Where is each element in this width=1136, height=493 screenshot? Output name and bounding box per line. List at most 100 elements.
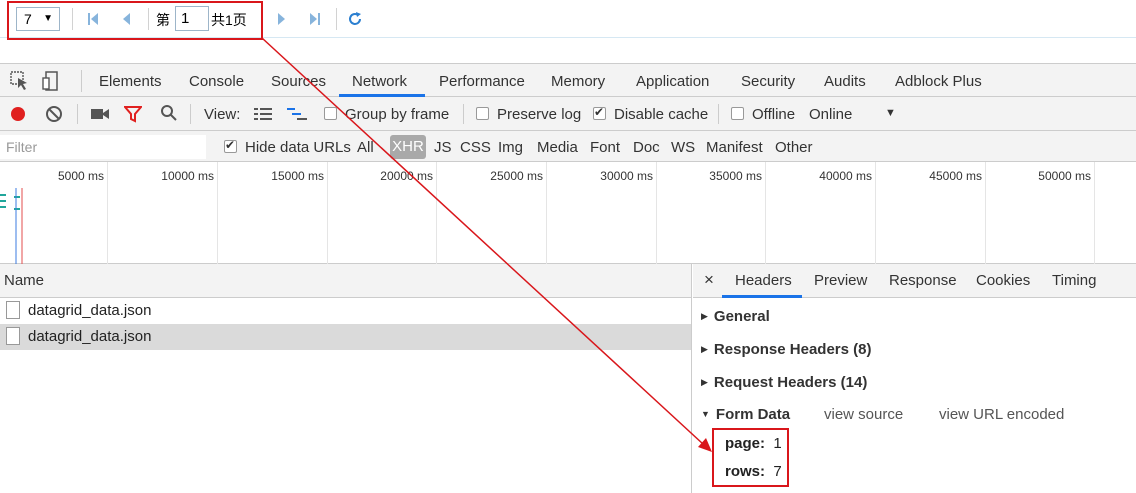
- tab-network[interactable]: Network: [352, 73, 407, 90]
- tab-headers[interactable]: Headers: [735, 272, 792, 289]
- offline-checkbox[interactable]: Offline: [731, 106, 795, 123]
- details-tabbar: × Headers Preview Response Cookies Timin…: [693, 264, 1136, 298]
- timeline-request-bars: [0, 188, 23, 264]
- throttling-select[interactable]: Online ▼: [809, 106, 896, 123]
- gridline: [107, 162, 108, 264]
- checkbox-checked[interactable]: [224, 138, 237, 153]
- inspect-element-icon[interactable]: [10, 71, 30, 91]
- filter-type-ws[interactable]: WS: [671, 139, 695, 156]
- checkbox-checked[interactable]: [593, 105, 606, 120]
- file-icon: [6, 327, 20, 345]
- filter-type-all[interactable]: All: [357, 139, 374, 156]
- section-response-headers[interactable]: ▶ Response Headers (8): [701, 341, 871, 358]
- hide-data-urls-label: Hide data URLs: [245, 139, 351, 156]
- timeline-tick: 15000 ms: [271, 169, 324, 183]
- divider: [81, 70, 82, 92]
- waterfall-icon[interactable]: [287, 107, 307, 121]
- offline-label: Offline: [752, 106, 796, 123]
- tab-preview[interactable]: Preview: [814, 272, 867, 289]
- filter-type-img[interactable]: Img: [498, 139, 523, 156]
- filter-type-font[interactable]: Font: [590, 139, 620, 156]
- timeline-tick: 45000 ms: [929, 169, 982, 183]
- gridline: [217, 162, 218, 264]
- filter-type-other[interactable]: Other: [775, 139, 813, 156]
- disable-cache-label: Disable cache: [614, 106, 709, 123]
- tab-console[interactable]: Console: [189, 73, 244, 90]
- filter-type-js[interactable]: JS: [434, 139, 452, 156]
- request-row[interactable]: datagrid_data.json: [0, 324, 691, 350]
- tab-memory[interactable]: Memory: [551, 73, 605, 90]
- next-page-icon[interactable]: [271, 9, 291, 29]
- tab-audits[interactable]: Audits: [824, 73, 866, 90]
- gridline: [436, 162, 437, 264]
- hide-data-urls-checkbox[interactable]: Hide data URLs: [224, 138, 351, 156]
- timeline-tick: 30000 ms: [600, 169, 653, 183]
- filter-icon[interactable]: [124, 105, 142, 123]
- view-source-link[interactable]: view source: [824, 406, 903, 423]
- view-label: View:: [204, 106, 241, 123]
- section-request-headers[interactable]: ▶ Request Headers (14): [701, 374, 867, 391]
- refresh-icon[interactable]: [345, 9, 365, 29]
- group-by-frame-checkbox[interactable]: Group by frame: [324, 106, 449, 123]
- checkbox-unchecked[interactable]: [476, 107, 489, 120]
- camera-icon[interactable]: [91, 106, 109, 122]
- timeline-tick: 40000 ms: [819, 169, 872, 183]
- large-rows-icon[interactable]: [254, 107, 272, 121]
- preserve-log-checkbox[interactable]: Preserve log: [476, 106, 581, 123]
- gridline: [656, 162, 657, 264]
- timeline-tick: 50000 ms: [1038, 169, 1091, 183]
- filter-type-css[interactable]: CSS: [460, 139, 491, 156]
- section-title: Form Data: [715, 406, 791, 423]
- tab-response[interactable]: Response: [889, 272, 957, 289]
- timeline-tick: 20000 ms: [380, 169, 433, 183]
- gridline: [765, 162, 766, 264]
- tab-security[interactable]: Security: [741, 73, 795, 90]
- devtools-tabbar: Elements Console Sources Network Perform…: [0, 63, 1136, 97]
- file-icon: [6, 301, 20, 319]
- tab-cookies[interactable]: Cookies: [976, 272, 1030, 289]
- highlight-box-pager: [7, 1, 263, 40]
- view-url-encoded-link[interactable]: view URL encoded: [939, 406, 1064, 423]
- divider: [718, 104, 719, 124]
- filter-type-xhr[interactable]: XHR: [390, 135, 426, 159]
- gridline: [546, 162, 547, 264]
- section-title: General: [713, 308, 770, 325]
- throttling-value: Online: [809, 106, 853, 123]
- tab-adblock-plus[interactable]: Adblock Plus: [895, 73, 982, 90]
- timeline-tick: 5000 ms: [57, 169, 104, 183]
- search-icon[interactable]: [160, 104, 178, 122]
- record-icon[interactable]: [9, 105, 27, 123]
- filter-type-manifest[interactable]: Manifest: [706, 139, 763, 156]
- highlight-box-form-data: [712, 428, 789, 487]
- section-title: Response Headers (8): [713, 341, 872, 358]
- gridline: [327, 162, 328, 264]
- preserve-log-label: Preserve log: [497, 106, 582, 123]
- section-form-data[interactable]: ▼ Form Data: [701, 406, 790, 423]
- divider: [77, 104, 78, 124]
- filter-type-media[interactable]: Media: [537, 139, 578, 156]
- tab-timing[interactable]: Timing: [1052, 272, 1096, 289]
- filter-input[interactable]: Filter: [0, 135, 206, 159]
- column-header-name[interactable]: Name: [0, 264, 691, 298]
- request-row[interactable]: datagrid_data.json: [0, 298, 691, 324]
- timeline-tick: 25000 ms: [490, 169, 543, 183]
- tab-elements[interactable]: Elements: [99, 73, 162, 90]
- tab-sources[interactable]: Sources: [271, 73, 326, 90]
- tab-performance[interactable]: Performance: [439, 73, 525, 90]
- close-icon[interactable]: ×: [704, 270, 714, 290]
- network-toolbar: View: Group by frame Preserve log Disabl…: [0, 97, 1136, 131]
- timeline-tick: 10000 ms: [161, 169, 214, 183]
- triangle-right-icon: ▶: [701, 344, 708, 354]
- triangle-down-icon: ▼: [701, 409, 710, 419]
- disable-cache-checkbox[interactable]: Disable cache: [593, 105, 709, 123]
- timeline-overview[interactable]: 5000 ms 10000 ms 15000 ms 20000 ms 25000…: [0, 162, 1136, 264]
- divider: [190, 104, 191, 124]
- last-page-icon[interactable]: [305, 9, 325, 29]
- checkbox-unchecked[interactable]: [324, 107, 337, 120]
- section-general[interactable]: ▶ General: [701, 308, 770, 325]
- tab-application[interactable]: Application: [636, 73, 709, 90]
- clear-icon[interactable]: [45, 105, 63, 123]
- filter-type-doc[interactable]: Doc: [633, 139, 660, 156]
- device-toolbar-icon[interactable]: [42, 71, 62, 91]
- checkbox-unchecked[interactable]: [731, 107, 744, 120]
